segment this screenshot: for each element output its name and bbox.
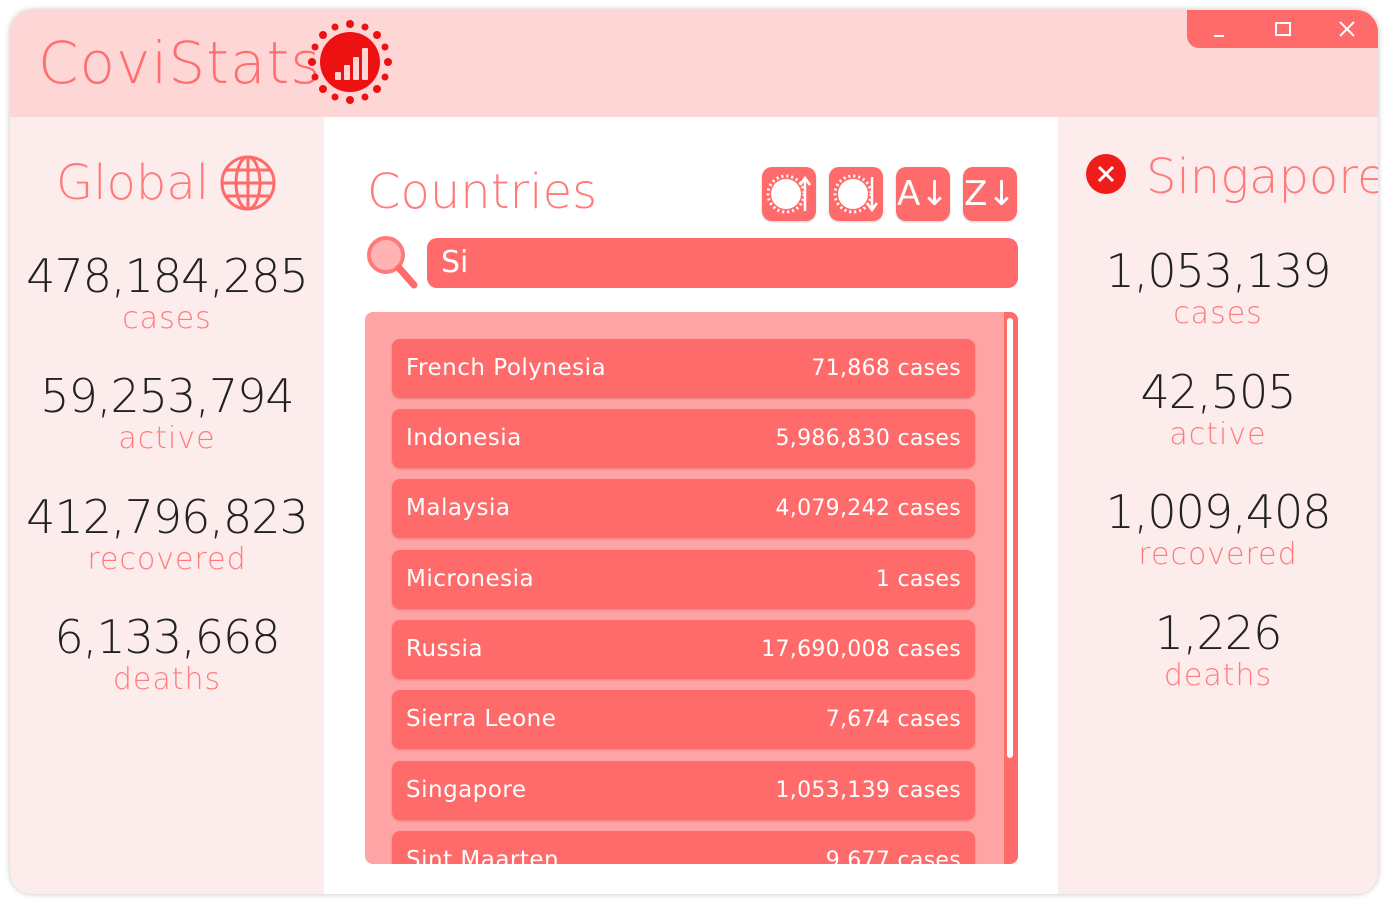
sort-a-z-button[interactable]: A↓ [896, 167, 950, 221]
maximize-button[interactable] [1251, 10, 1314, 48]
global-cases-value: 478,184,285 [26, 249, 309, 303]
country-list-item[interactable]: Indonesia 5,986,830 cases [392, 409, 975, 468]
country-list-item[interactable]: Malaysia 4,079,242 cases [392, 479, 975, 538]
global-title: Global [56, 155, 210, 211]
global-cases-label: cases [122, 301, 212, 336]
search-icon [367, 236, 418, 289]
country-cases: 5,986,830 cases [775, 426, 961, 451]
minimize-icon [1214, 35, 1224, 37]
global-cases-stat: 478,184,285 cases [10, 250, 324, 336]
country-cases: 17,690,008 cases [761, 637, 961, 662]
sort-cases-descending-button[interactable] [829, 167, 883, 221]
country-list-item[interactable]: Russia 17,690,008 cases [392, 620, 975, 679]
global-recovered-value: 412,796,823 [26, 490, 309, 544]
global-recovered-label: recovered [87, 542, 247, 577]
global-active-value: 59,253,794 [40, 369, 294, 423]
country-cases: 1,053,139 cases [775, 778, 961, 803]
globe-icon [220, 155, 276, 211]
country-cases: 1 cases [875, 567, 961, 592]
country-cases-label: cases [1173, 296, 1263, 331]
close-button[interactable] [1315, 10, 1378, 48]
maximize-icon [1275, 22, 1291, 36]
country-cases: 4,079,242 cases [775, 496, 961, 521]
list-scrollbar[interactable] [1004, 312, 1018, 864]
country-cases: 9,677 cases [825, 848, 961, 864]
country-name: Indonesia [406, 425, 522, 451]
countries-list: French Polynesia 71,868 cases Indonesia … [365, 312, 1018, 864]
sort-cases-ascending-button[interactable] [762, 167, 816, 221]
minimize-button[interactable] [1187, 10, 1250, 48]
title-bar: CoviStats [10, 10, 1378, 117]
global-deaths-label: deaths [112, 662, 222, 697]
country-cases-value: 1,053,139 [1105, 244, 1331, 298]
country-list-item[interactable]: Sierra Leone 7,674 cases [392, 690, 975, 749]
country-recovered-label: recovered [1138, 537, 1298, 572]
sort-z-a-icon: Z↓ [964, 174, 1016, 214]
country-active-label: active [1169, 417, 1267, 452]
sort-z-a-button[interactable]: Z↓ [963, 167, 1017, 221]
country-recovered-value: 1,009,408 [1105, 485, 1331, 539]
virus-down-arrow-icon [833, 174, 879, 214]
country-list-item[interactable]: Singapore 1,053,139 cases [392, 761, 975, 820]
country-name: Singapore [406, 777, 527, 803]
country-name: Sint Maarten [406, 847, 560, 864]
close-selection-icon[interactable] [1084, 152, 1128, 196]
global-active-stat: 59,253,794 active [10, 370, 324, 456]
countries-panel: Countries A↓ Z↓ Si French Polynesia 71,8… [324, 117, 1058, 894]
country-deaths-value: 1,226 [1154, 606, 1283, 660]
country-name: Sierra Leone [406, 706, 557, 732]
global-active-label: active [118, 421, 216, 456]
country-list-item[interactable]: French Polynesia 71,868 cases [392, 339, 975, 398]
country-active-value: 42,505 [1140, 365, 1297, 419]
country-name: Malaysia [406, 495, 511, 521]
country-deaths-stat: 1,226 deaths [1058, 607, 1378, 693]
sort-a-z-icon: A↓ [897, 174, 949, 214]
country-list-item[interactable]: Micronesia 1 cases [392, 550, 975, 609]
covistats-logo-icon [308, 20, 392, 104]
global-panel: Global 478,184,285 cases 59,253,794 acti… [10, 117, 324, 894]
global-deaths-stat: 6,133,668 deaths [10, 611, 324, 697]
countries-title: Countries [367, 164, 598, 220]
global-deaths-value: 6,133,668 [54, 610, 280, 664]
country-cases-stat: 1,053,139 cases [1058, 245, 1378, 331]
country-active-stat: 42,505 active [1058, 366, 1378, 452]
search-input[interactable]: Si [427, 238, 1018, 288]
window-controls [1187, 10, 1378, 48]
selected-country-panel: Singapore 1,053,139 cases 42,505 active … [1058, 117, 1378, 894]
selected-country-title: Singapore [1146, 149, 1378, 205]
country-name: Micronesia [406, 566, 535, 592]
global-recovered-stat: 412,796,823 recovered [10, 491, 324, 577]
app-window: CoviStats Global 478,184,285 cases 59,25… [10, 10, 1378, 894]
country-deaths-label: deaths [1163, 658, 1273, 693]
scrollbar-thumb[interactable] [1007, 318, 1013, 758]
virus-up-arrow-icon [766, 174, 812, 214]
country-cases: 71,868 cases [811, 356, 961, 381]
country-name: Russia [406, 636, 483, 662]
country-cases: 7,674 cases [825, 707, 961, 732]
app-title: CoviStats [38, 29, 322, 97]
close-icon [1339, 21, 1355, 37]
country-name: French Polynesia [406, 355, 607, 381]
country-recovered-stat: 1,009,408 recovered [1058, 486, 1378, 572]
country-list-item[interactable]: Sint Maarten 9,677 cases [392, 831, 975, 864]
